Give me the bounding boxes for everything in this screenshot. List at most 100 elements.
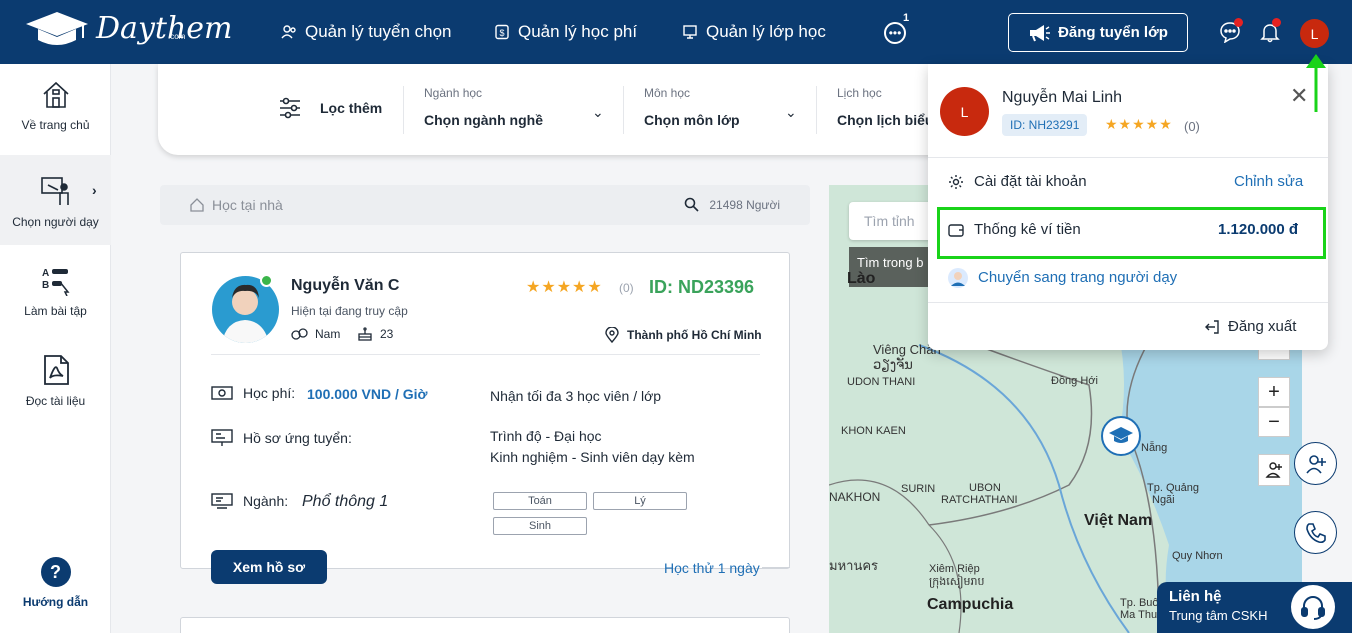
phone-icon xyxy=(1305,522,1326,543)
card-bottom-line xyxy=(762,567,790,568)
map-marker[interactable] xyxy=(1101,416,1141,456)
switch-to-tutor-link[interactable]: Chuyển sang trang người dạy xyxy=(978,269,1177,286)
education-text: Trình độ - Đại học xyxy=(490,428,602,444)
nav-class-management[interactable]: Quản lý lớp học xyxy=(682,22,826,42)
nav-fee-management[interactable]: $ Quản lý học phí xyxy=(494,22,637,42)
gender-value: Nam xyxy=(315,327,341,341)
chevron-right-icon: › xyxy=(92,182,97,198)
map-label: Tp. Quảng xyxy=(1147,482,1199,494)
map-label: Quy Nhơn xyxy=(1172,550,1223,562)
gender-icon xyxy=(291,328,308,340)
filter-caption: Môn học xyxy=(644,86,691,100)
map-label: SURIN xyxy=(901,483,936,495)
view-profile-button[interactable]: Xem hồ sơ xyxy=(211,550,327,584)
add-user-fab[interactable] xyxy=(1294,442,1337,485)
search-icon[interactable] xyxy=(684,197,699,212)
svg-text:B: B xyxy=(42,280,49,291)
post-class-button[interactable]: Đăng tuyển lớp xyxy=(1008,13,1188,52)
subject-tag: Toán xyxy=(493,492,587,510)
filter-major-select[interactable]: Ngành học Chọn ngành nghề ⌄ xyxy=(403,86,613,134)
gear-icon xyxy=(949,174,963,189)
post-class-label: Đăng tuyển lớp xyxy=(1058,24,1168,41)
logo[interactable]: Daythem xyxy=(24,10,232,48)
nav-selection-management[interactable]: Quản lý tuyển chọn xyxy=(281,22,451,42)
account-rating-stars: ★★★★★ xyxy=(1105,116,1173,132)
svg-text:$: $ xyxy=(499,28,504,38)
chevron-down-icon: ⌄ xyxy=(592,104,604,120)
account-id-badge: ID: NH23291 xyxy=(1002,114,1088,136)
more-filters-button[interactable]: Lọc thêm xyxy=(278,96,382,120)
map-user-button[interactable] xyxy=(1258,454,1290,486)
trial-link[interactable]: Học thử 1 ngày xyxy=(664,560,760,576)
map-label: Ngãi xyxy=(1152,494,1175,506)
sidebar: Về trang chủ Chọn người dạy › AB Làm bài… xyxy=(0,64,111,633)
cash-icon xyxy=(211,386,233,400)
teacher-board-icon xyxy=(40,177,69,205)
edit-link[interactable]: Chỉnh sửa xyxy=(1234,173,1303,190)
more-options-button[interactable]: ••• xyxy=(884,22,906,44)
headset-icon xyxy=(1291,585,1335,629)
major-label: Ngành: xyxy=(243,493,289,509)
sidebar-item-guide[interactable]: ? Hướng dẫn xyxy=(0,557,111,617)
tutor-age: 23 xyxy=(358,327,393,341)
graduation-cap-icon xyxy=(26,12,88,45)
fee-label-row: Học phí: xyxy=(211,385,295,401)
major-value: Phổ thông 1 xyxy=(302,493,389,510)
customer-care-contact[interactable]: Liên hệ Trung tâm CSKH xyxy=(1157,582,1352,633)
account-name: Nguyễn Mai Linh xyxy=(1002,89,1123,106)
profile-label: Hồ sơ ứng tuyển: xyxy=(243,430,352,446)
sidebar-item-documents[interactable]: Đọc tài liệu xyxy=(0,354,111,424)
home-outline-icon xyxy=(190,198,204,212)
search-bar[interactable]: Học tại nhà 21498 Người xyxy=(160,185,810,225)
tutor-rating-stars: ★★★★★ xyxy=(526,279,603,296)
nav-label: Quản lý học phí xyxy=(518,22,638,41)
account-settings-item[interactable]: Cài đặt tài khoản xyxy=(948,173,1087,190)
sidebar-item-home[interactable]: Về trang chủ xyxy=(0,80,111,158)
tutor-name[interactable]: Nguyễn Văn C xyxy=(291,277,399,295)
graduation-cap-icon xyxy=(1109,427,1133,443)
map-label: Lào xyxy=(847,270,876,287)
map-label: ក្រុងសៀមរាប xyxy=(929,576,985,588)
subject-tag: Lý xyxy=(593,492,687,510)
sliders-icon xyxy=(280,97,300,119)
account-rating-count: (0) xyxy=(1184,119,1200,134)
users-icon xyxy=(281,25,296,39)
avatar-initial: L xyxy=(1310,25,1319,42)
filter-subject-select[interactable]: Môn học Chọn môn lớp ⌄ xyxy=(623,86,806,134)
home-icon xyxy=(42,81,69,108)
tutor-card-next xyxy=(180,617,790,633)
logo-subtext: .com xyxy=(168,32,186,41)
chevron-down-icon: ⌄ xyxy=(785,104,797,120)
megaphone-icon xyxy=(1030,24,1051,41)
map-label: UBON xyxy=(969,482,1001,494)
sidebar-item-choose-tutor[interactable]: Chọn người dạy › xyxy=(0,155,111,245)
zoom-out-button[interactable]: − xyxy=(1258,407,1290,437)
experience-text: Kinh nghiệm - Sinh viên dạy kèm xyxy=(490,449,695,465)
pdf-icon xyxy=(43,355,69,385)
map-label: KHON KAEN xyxy=(841,425,906,437)
phone-fab[interactable] xyxy=(1294,511,1337,554)
sidebar-item-label: Về trang chủ xyxy=(21,118,90,132)
board-icon xyxy=(683,25,697,39)
wallet-label: Thống kê ví tiền xyxy=(974,221,1081,238)
map-label: Việt Nam xyxy=(1084,512,1153,529)
sidebar-item-label: Đọc tài liệu xyxy=(25,394,86,408)
notification-unread-dot xyxy=(1272,18,1281,27)
annotation-arrow-icon xyxy=(1306,54,1326,112)
user-avatar-button[interactable]: L xyxy=(1300,19,1329,48)
panel-divider xyxy=(928,302,1328,303)
map-label: NAKHON xyxy=(829,490,881,504)
location-pin-icon xyxy=(605,327,619,343)
filter-value: Chọn môn lớp xyxy=(644,112,740,128)
nav-label: Quản lý tuyển chọn xyxy=(305,22,452,41)
zoom-in-button[interactable]: + xyxy=(1258,377,1290,407)
account-avatar: L xyxy=(940,87,989,136)
sidebar-item-exercises[interactable]: AB Làm bài tập xyxy=(0,264,111,334)
tutor-gender: Nam xyxy=(291,327,340,341)
wallet-stats-item[interactable]: Thống kê ví tiền xyxy=(948,221,1081,238)
logout-button[interactable]: Đăng xuất xyxy=(1204,318,1296,335)
map-label: มหานคร xyxy=(829,558,879,573)
quiz-icon: AB xyxy=(42,268,70,296)
map-label: RATCHATHANI xyxy=(941,494,1018,506)
capacity-text: Nhận tối đa 3 học viên / lớp xyxy=(490,388,662,404)
